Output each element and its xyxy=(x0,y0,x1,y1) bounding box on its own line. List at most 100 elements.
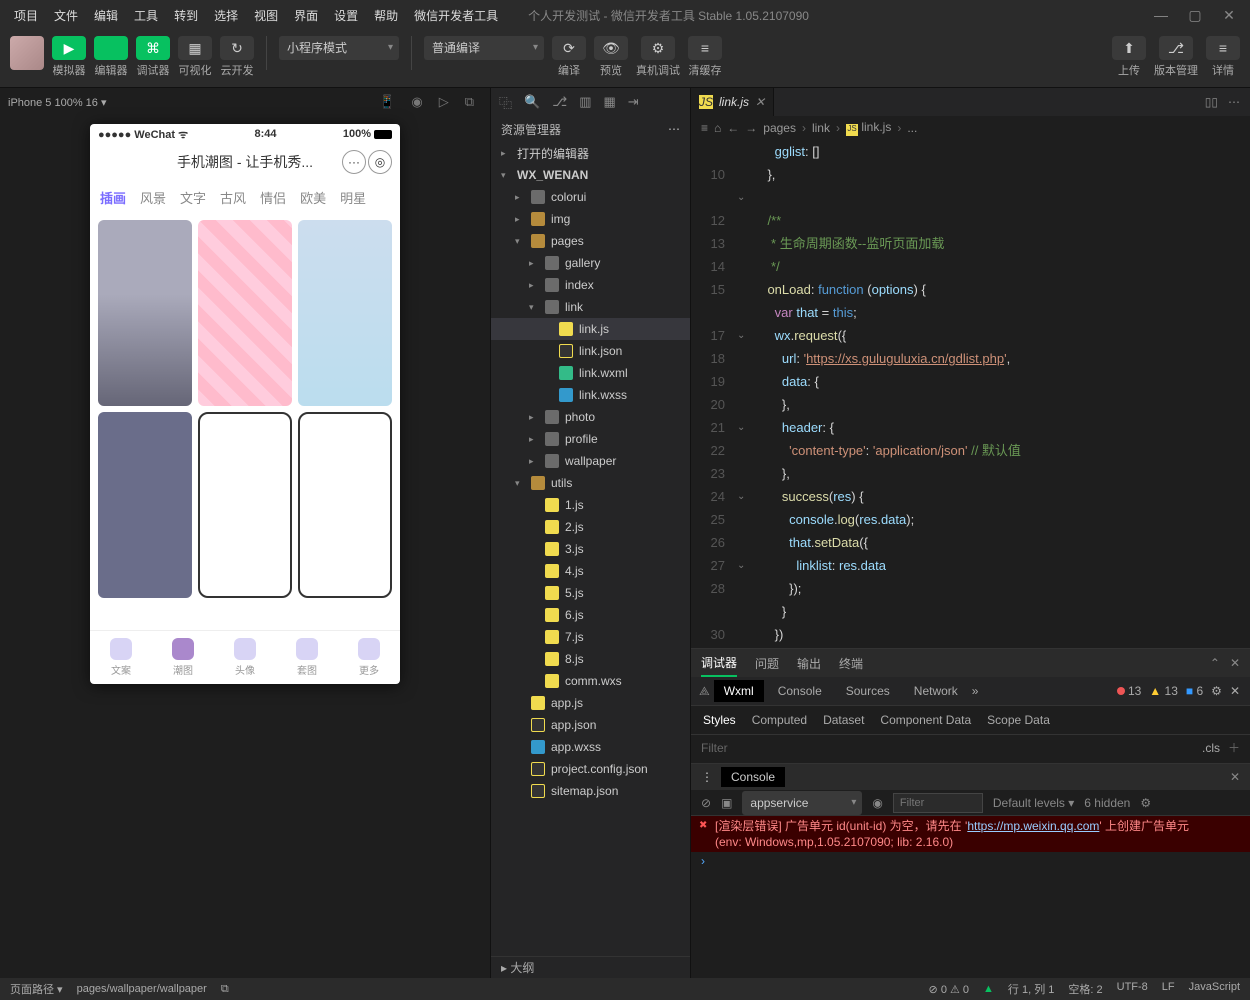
record-icon[interactable]: ◉ xyxy=(411,94,422,110)
file-node[interactable]: ▾pages xyxy=(491,230,690,252)
collapse-icon[interactable]: ⌃ xyxy=(1210,656,1220,670)
status-item[interactable]: UTF-8 xyxy=(1117,981,1148,997)
file-node[interactable]: ▸gallery xyxy=(491,252,690,274)
debugger[interactable]: ⌘调试器 xyxy=(136,36,170,78)
file-node[interactable]: 5.js xyxy=(491,582,690,604)
file-node[interactable]: app.json xyxy=(491,714,690,736)
scroll-up-icon[interactable]: ▲ xyxy=(983,983,994,995)
console-prompt[interactable]: › xyxy=(691,852,1250,870)
category-tab[interactable]: 明星 xyxy=(340,188,366,207)
file-node[interactable]: app.js xyxy=(491,692,690,714)
menu-item[interactable]: 界面 xyxy=(288,3,324,28)
drawer-close-icon[interactable]: ✕ xyxy=(1230,770,1240,784)
file-node[interactable]: link.js xyxy=(491,318,690,340)
outline-section[interactable]: ▸ 大纲 xyxy=(491,956,690,978)
rotate-icon[interactable]: ⧉ xyxy=(465,94,474,110)
detail-btn[interactable]: ≡详情 xyxy=(1206,36,1240,78)
tabbar-item[interactable]: 文案 xyxy=(90,631,152,684)
devtools-more-icon[interactable]: » xyxy=(972,684,979,698)
devtools-tab[interactable]: Network xyxy=(904,680,968,702)
split-editor-icon[interactable]: ▯▯ xyxy=(1205,95,1218,109)
thumb[interactable] xyxy=(298,412,392,598)
device-selector[interactable]: iPhone 5 100% 16 ▾ xyxy=(8,96,106,109)
upload-btn[interactable]: ⬆上传 xyxy=(1112,36,1146,78)
menu-item[interactable]: 文件 xyxy=(48,3,84,28)
compile-btn[interactable]: ⟳编译 xyxy=(552,36,586,78)
tab-close-icon[interactable]: ✕ xyxy=(755,95,765,109)
console-output[interactable]: [渲染层错误] 广告单元 id(unit-id) 为空，请先在 'https:/… xyxy=(691,816,1250,978)
search-icon[interactable]: 🔍 xyxy=(524,94,540,110)
file-node[interactable]: ▸打开的编辑器 xyxy=(491,142,690,164)
file-node[interactable]: 4.js xyxy=(491,560,690,582)
file-node[interactable]: 8.js xyxy=(491,648,690,670)
thumb[interactable] xyxy=(198,220,292,406)
page-path-label[interactable]: 页面路径 ▾ xyxy=(10,981,63,997)
category-tab[interactable]: 风景 xyxy=(140,188,166,207)
style-tab[interactable]: Dataset xyxy=(823,713,864,727)
mode-dropdown[interactable]: 小程序模式 xyxy=(279,36,399,60)
status-item[interactable]: JavaScript xyxy=(1189,981,1240,997)
cloud[interactable]: ↻云开发 xyxy=(220,36,254,78)
style-tab[interactable]: Component Data xyxy=(880,713,971,727)
editor[interactable]: 编辑器 xyxy=(94,36,128,78)
thumb[interactable] xyxy=(98,412,192,598)
maximize-icon[interactable]: ▢ xyxy=(1182,7,1208,24)
copy-icon[interactable]: ⧉ xyxy=(221,983,229,996)
preview-btn[interactable]: 👁预览 xyxy=(594,36,628,78)
menu-item[interactable]: 视图 xyxy=(248,3,284,28)
hidden-count[interactable]: 6 hidden xyxy=(1084,796,1130,810)
tabbar-item[interactable]: 潮图 xyxy=(152,631,214,684)
clear-console-icon[interactable]: ⊘ xyxy=(701,796,711,810)
thumb[interactable] xyxy=(198,412,292,598)
phone-simulator[interactable]: ●●●●● WeChat ᯤ 8:44 100% 手机潮图 - 让手机秀... … xyxy=(90,124,400,684)
tabbar-item[interactable]: 更多 xyxy=(338,631,400,684)
file-node[interactable]: link.wxml xyxy=(491,362,690,384)
levels-select[interactable]: Default levels ▾ xyxy=(993,796,1074,810)
crumb[interactable]: pages xyxy=(763,121,796,135)
thumb[interactable] xyxy=(298,220,392,406)
tabbar-item[interactable]: 头像 xyxy=(214,631,276,684)
explorer-more-icon[interactable]: ⋯ xyxy=(668,122,680,136)
console-link[interactable]: https://mp.weixin.qq.com xyxy=(967,819,1099,833)
file-node[interactable]: ▸colorui xyxy=(491,186,690,208)
settings-icon[interactable]: ⚙ xyxy=(1211,684,1222,698)
compile-dropdown[interactable]: 普通编译 xyxy=(424,36,544,60)
extension-icon[interactable]: ▦ xyxy=(603,94,615,110)
file-tree[interactable]: ▸打开的编辑器▾WX_WENAN▸colorui▸img▾pages▸galle… xyxy=(491,142,690,956)
file-node[interactable]: ▸photo xyxy=(491,406,690,428)
console-filter[interactable] xyxy=(893,793,983,813)
debugger-tab[interactable]: 终端 xyxy=(839,655,863,672)
menu-item[interactable]: 工具 xyxy=(128,3,164,28)
file-node[interactable]: 3.js xyxy=(491,538,690,560)
file-node[interactable]: app.wxss xyxy=(491,736,690,758)
inspect-icon[interactable]: ⟁ xyxy=(699,684,710,699)
console-title[interactable]: Console xyxy=(721,767,785,787)
simulator[interactable]: ▶模拟器 xyxy=(52,36,86,78)
file-node[interactable]: ▸index xyxy=(491,274,690,296)
thumb[interactable] xyxy=(98,220,192,406)
file-node[interactable]: link.wxss xyxy=(491,384,690,406)
debugger-tab[interactable]: 问题 xyxy=(755,655,779,672)
code-editor[interactable]: 10 12131415 171819202122232425262728 30 … xyxy=(691,140,1250,648)
nav-fwd-icon[interactable]: → xyxy=(745,121,757,135)
menu-item[interactable]: 选择 xyxy=(208,3,244,28)
menu-item[interactable]: 编辑 xyxy=(88,3,124,28)
debugger-tab[interactable]: 调试器 xyxy=(701,650,737,677)
file-node[interactable]: project.config.json xyxy=(491,758,690,780)
close-icon[interactable]: ✕ xyxy=(1216,7,1242,24)
drawer-menu-icon[interactable]: ⋮ xyxy=(701,770,713,784)
explorer-icon[interactable]: ⿻ xyxy=(499,93,512,112)
capsule-close-icon[interactable]: ◎ xyxy=(368,150,392,174)
devtools-tab[interactable]: Console xyxy=(768,680,832,702)
gallery[interactable] xyxy=(90,214,400,630)
diagnostics[interactable]: ⊘ 0 ⚠ 0 xyxy=(929,983,969,996)
status-item[interactable]: 空格: 2 xyxy=(1068,981,1102,997)
category-tab[interactable]: 情侣 xyxy=(260,188,286,207)
debugger-tab[interactable]: 输出 xyxy=(797,655,821,672)
panel-close-icon[interactable]: ✕ xyxy=(1230,656,1240,670)
editor-tab-active[interactable]: JS link.js ✕ xyxy=(691,88,774,116)
style-tab[interactable]: Styles xyxy=(703,713,736,727)
file-node[interactable]: 6.js xyxy=(491,604,690,626)
devtools-tab[interactable]: Sources xyxy=(836,680,900,702)
devtools-tab[interactable]: Wxml xyxy=(714,680,764,702)
